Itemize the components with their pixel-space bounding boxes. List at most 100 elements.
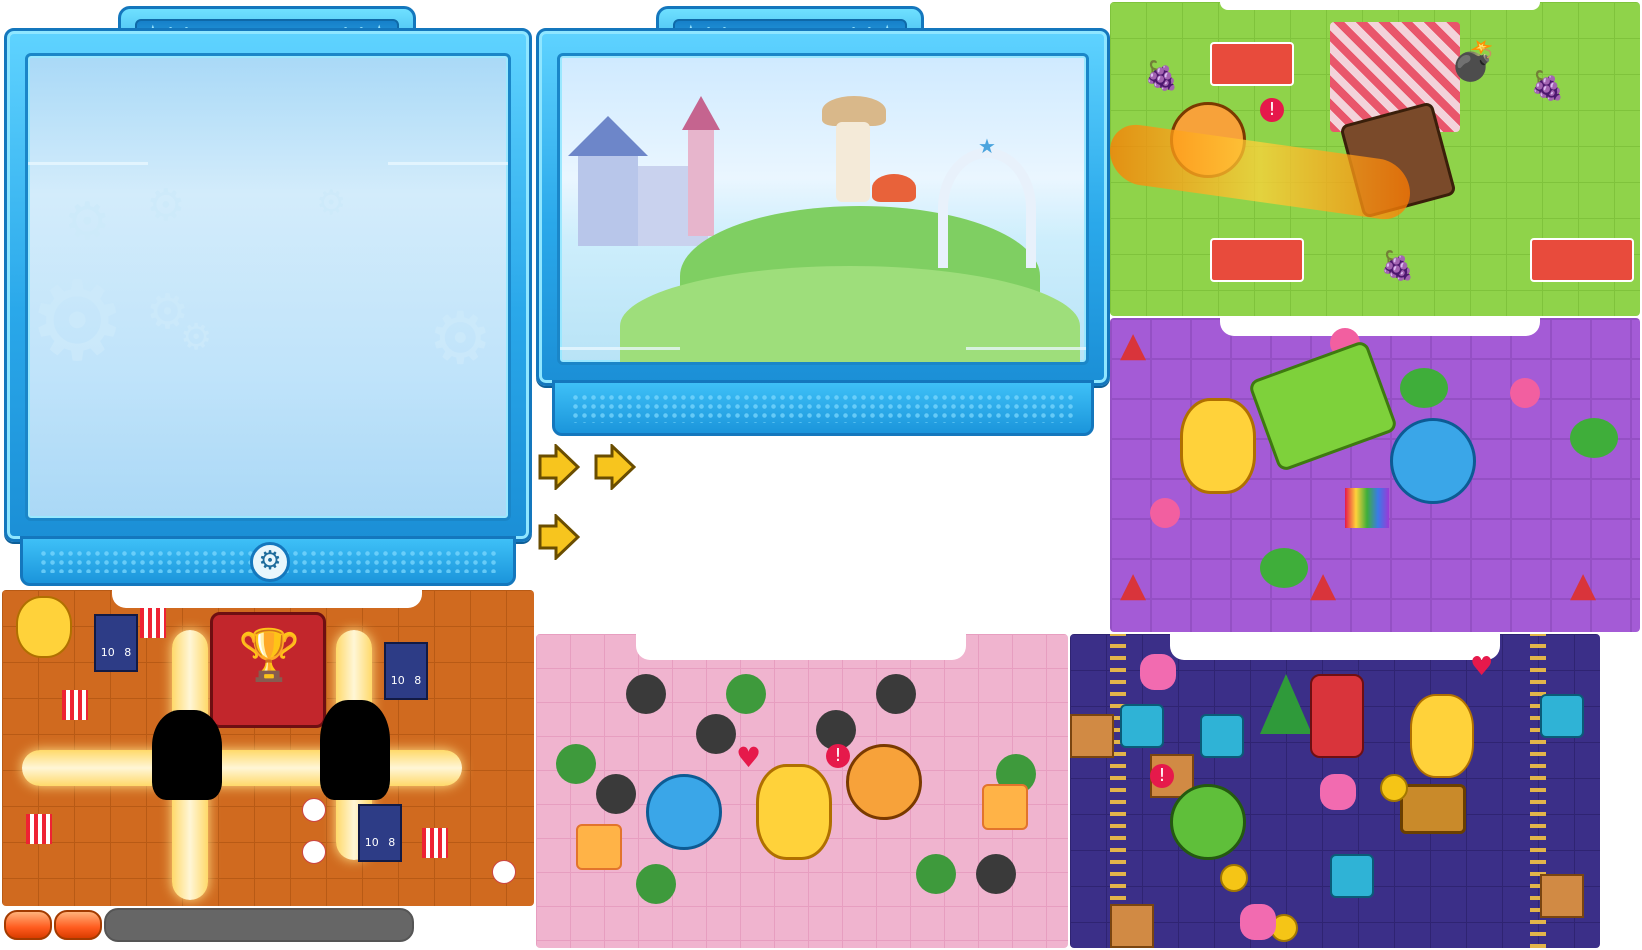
arch-illustration xyxy=(938,148,1036,268)
speaker-block-icon xyxy=(1200,714,1244,758)
scoreboard: 10 8 xyxy=(358,804,402,862)
christmas-tree-icon xyxy=(1260,674,1312,734)
rainbow-icon xyxy=(1345,488,1389,528)
divider-left xyxy=(28,162,148,165)
divider-right xyxy=(966,347,1086,350)
character-girl xyxy=(1180,398,1256,494)
popcorn-icon xyxy=(140,608,166,638)
grape-icon: 🍇 xyxy=(1380,249,1415,282)
character-robot xyxy=(646,774,722,850)
castle-illustration xyxy=(568,96,728,246)
gear-icon[interactable]: ⚙ xyxy=(250,542,290,582)
juice-crate-icon xyxy=(1210,42,1294,86)
crate-icon xyxy=(1110,904,1154,948)
scoreboard-value: 8 xyxy=(414,674,422,687)
divider-right xyxy=(388,162,508,165)
small-frame-screen: ★ xyxy=(557,53,1089,365)
pig-block-icon xyxy=(1140,654,1176,690)
palm-tree-icon xyxy=(916,854,956,894)
bush-icon xyxy=(1400,368,1448,408)
pig-block-icon xyxy=(1240,904,1276,940)
gear-icon: ⚙ xyxy=(64,192,111,252)
gnome-icon: ▲ xyxy=(1310,565,1337,605)
light-beam-horizontal xyxy=(22,750,462,786)
small-frame-base xyxy=(552,380,1094,436)
picnic-scene: 🍇 🍇 🍇 ! 💣 xyxy=(1110,2,1640,316)
coin-icon xyxy=(1220,864,1248,892)
gear-icon: ⚙ xyxy=(28,257,127,385)
baseball-icon xyxy=(302,798,326,822)
character-girl xyxy=(16,596,72,658)
exclamation-icon: ! xyxy=(1150,764,1174,788)
speaker-block-icon xyxy=(1330,854,1374,898)
palm-tree-icon xyxy=(636,864,676,904)
gear-icon: ⚙ xyxy=(316,183,347,223)
rail-track xyxy=(1110,634,1126,948)
gear-icon: ⚙ xyxy=(180,317,213,358)
flag-icon xyxy=(1247,339,1399,473)
divider-left xyxy=(560,347,680,350)
hud-button-left[interactable] xyxy=(4,910,52,940)
pig-block-icon xyxy=(1320,774,1356,810)
theater-scene: 🏆 10 8 10 8 10 8 xyxy=(2,590,534,906)
grape-icon: 🍇 xyxy=(1530,69,1565,102)
mushroom-icon xyxy=(872,174,916,202)
gear-icon: ⚙ xyxy=(428,296,493,380)
bomb-icon: 💣 xyxy=(1450,39,1498,83)
small-frame: ★ xyxy=(536,28,1110,386)
arrow-right-icon xyxy=(538,444,580,490)
star-icon: ★ xyxy=(978,134,996,158)
hud-button-right[interactable] xyxy=(54,910,102,940)
speaker-block-icon xyxy=(1540,694,1584,738)
juice-crate-icon xyxy=(1530,238,1634,282)
heart-icon: ♥ xyxy=(736,741,762,774)
scoreboard-value: 8 xyxy=(124,646,132,659)
bomb-icon xyxy=(596,774,636,814)
character-girl xyxy=(756,764,832,860)
bush-icon xyxy=(1260,548,1308,588)
gnome-icon: ▲ xyxy=(1120,565,1147,605)
juice-crate-icon xyxy=(1210,238,1304,282)
large-frame: ⚙ ⚙ ⚙ ⚙ ⚙ ⚙ ⚙ xyxy=(4,28,532,542)
heart-icon: ♥ xyxy=(1470,652,1494,682)
flower-icon xyxy=(1150,498,1180,528)
character-cat xyxy=(846,744,922,820)
trophy-icon: 🏆 xyxy=(238,626,301,684)
hud-progress-bar xyxy=(104,908,414,942)
exclamation-icon: ! xyxy=(1260,98,1284,122)
bomb-icon xyxy=(876,674,916,714)
bomb-icon xyxy=(626,674,666,714)
popcorn-icon xyxy=(62,690,88,720)
speaker-block-icon xyxy=(1120,704,1164,748)
popcorn-icon xyxy=(422,828,448,858)
scoreboard-value: 10 xyxy=(390,674,405,687)
palm-tree-icon xyxy=(556,744,596,784)
palm-tree-icon xyxy=(726,674,766,714)
gnome-icon: ▲ xyxy=(1570,565,1597,605)
arrow-right-icon xyxy=(594,444,636,490)
character-green-alien xyxy=(1170,784,1246,860)
crate-icon xyxy=(1540,874,1584,918)
factory-scene: ♥ ! xyxy=(1070,634,1600,948)
flower-icon xyxy=(1510,378,1540,408)
bomb-icon xyxy=(976,854,1016,894)
baseball-icon xyxy=(492,860,516,884)
gnome-icon: ▲ xyxy=(1120,325,1147,365)
scoreboard-value: 10 xyxy=(364,836,379,849)
scoreboard: 10 8 xyxy=(384,642,428,700)
scoreboard: 10 8 xyxy=(94,614,138,672)
arrow-right-icon xyxy=(538,514,580,560)
scoreboard-value: 8 xyxy=(388,836,396,849)
bush-icon xyxy=(1570,418,1618,458)
popcorn-icon xyxy=(26,814,52,844)
shadow-character xyxy=(320,700,390,800)
large-frame-base: ⚙ xyxy=(20,536,516,586)
gear-icon: ⚙ xyxy=(146,180,186,231)
grape-icon: 🍇 xyxy=(1144,59,1179,92)
baseball-icon xyxy=(302,840,326,864)
character-soldier xyxy=(1310,674,1364,758)
candy-block-icon xyxy=(576,824,622,870)
bomb-icon xyxy=(696,714,736,754)
coin-icon xyxy=(1380,774,1408,802)
exclamation-icon: ! xyxy=(826,744,850,768)
